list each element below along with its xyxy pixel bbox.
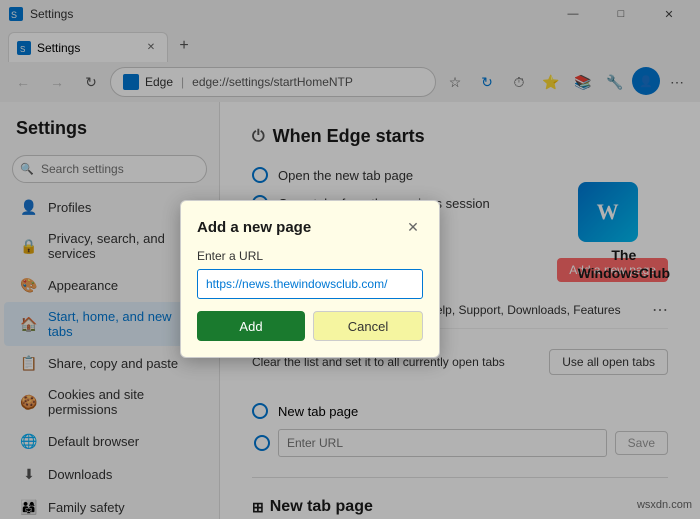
dialog-add-button[interactable]: Add	[197, 311, 305, 341]
dialog-overlay: Add a new page ✕ Enter a URL Add Cancel	[0, 0, 700, 519]
dialog-close-button[interactable]: ✕	[403, 217, 423, 237]
dialog-header: Add a new page ✕	[197, 217, 423, 237]
dialog-url-label: Enter a URL	[197, 249, 423, 263]
dialog-url-input[interactable]	[197, 269, 423, 299]
add-new-page-dialog: Add a new page ✕ Enter a URL Add Cancel	[180, 200, 440, 358]
dialog-title: Add a new page	[197, 219, 311, 236]
dialog-buttons: Add Cancel	[197, 311, 423, 341]
dialog-cancel-button[interactable]: Cancel	[313, 311, 423, 341]
